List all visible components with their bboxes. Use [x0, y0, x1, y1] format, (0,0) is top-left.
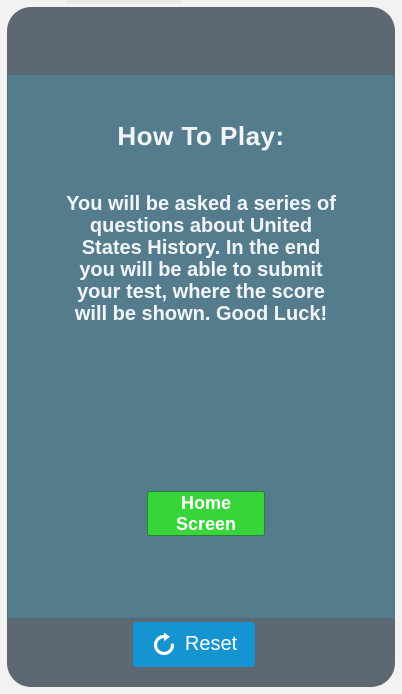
- reset-label: Reset: [184, 633, 238, 655]
- home-screen-button[interactable]: Home Screen: [147, 491, 265, 536]
- instructions-text: You will be asked a series of questions …: [66, 193, 336, 325]
- top-tab-decoration: [66, 0, 182, 4]
- refresh-icon: [151, 632, 177, 658]
- page-title: How To Play:: [117, 121, 285, 151]
- how-to-play-screen: How To Play: You will be asked a series …: [8, 74, 394, 619]
- reset-button[interactable]: Reset: [133, 622, 255, 667]
- app-frame: How To Play: You will be asked a series …: [7, 7, 395, 687]
